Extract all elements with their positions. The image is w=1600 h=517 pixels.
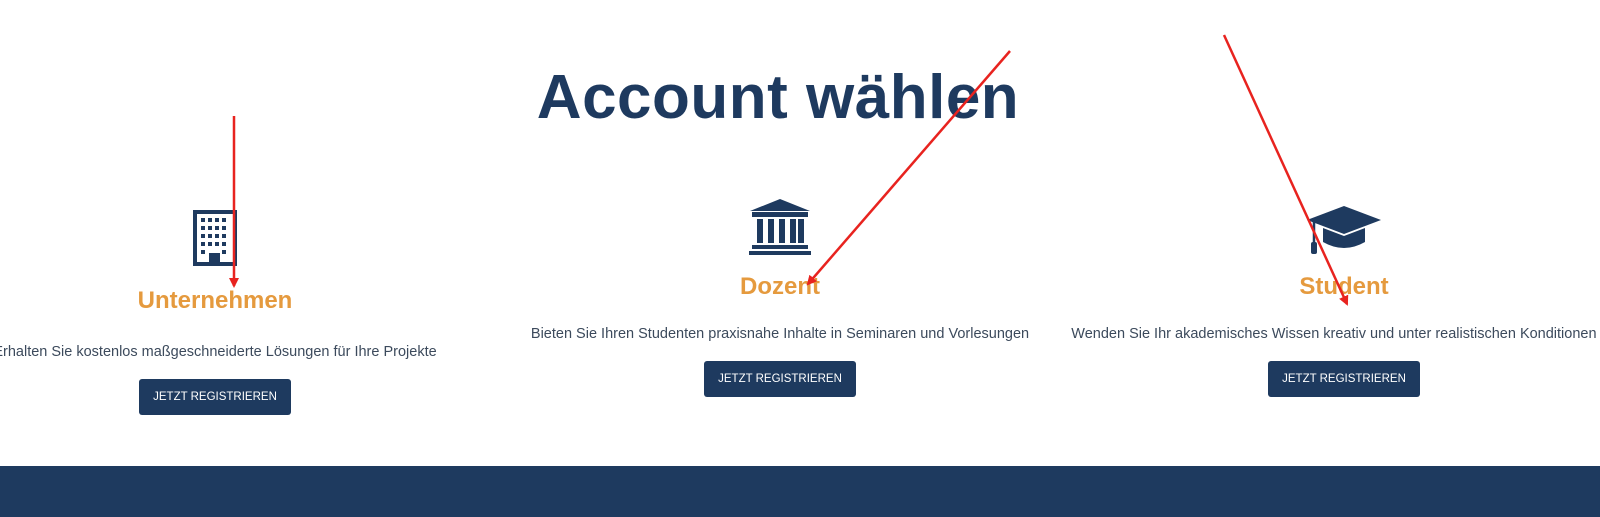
card-description: Wenden Sie Ihr akademisches Wissen kreat… [1071,326,1600,342]
card-description: Bieten Sie Ihren Studenten praxisnahe In… [530,326,1030,342]
card-title: Student [1299,273,1389,300]
account-card-dozent: Dozent Bieten Sie Ihren Studenten praxis… [500,196,1060,397]
card-title: Dozent [740,273,820,300]
register-button-unternehmen[interactable]: JETZT REGISTRIEREN [139,379,291,415]
footer [0,466,1600,517]
register-button-student[interactable]: JETZT REGISTRIEREN [1268,361,1420,397]
page-title: Account wählen [536,63,1020,132]
building-icon [0,208,495,266]
card-title: Unternehmen [137,287,293,314]
university-icon [500,196,1060,256]
card-description: Erhalten Sie kostenlos maßgeschneiderte … [0,344,437,360]
register-button-dozent[interactable]: JETZT REGISTRIEREN [704,361,856,397]
account-card-unternehmen: Unternehmen Erhalten Sie kostenlos maßge… [0,208,495,415]
account-card-student: Student Wenden Sie Ihr akademisches Wiss… [1064,196,1600,397]
graduation-cap-icon [1064,196,1600,256]
